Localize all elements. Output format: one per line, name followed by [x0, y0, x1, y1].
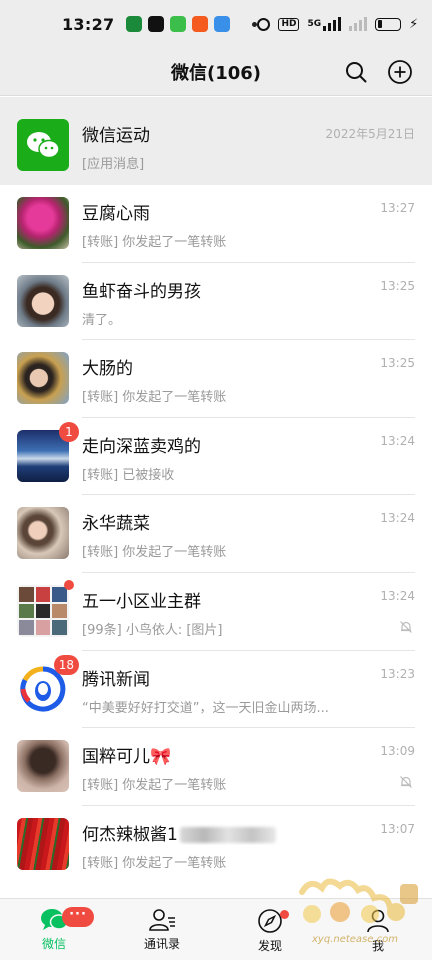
mute-bell-icon: [400, 776, 412, 789]
chat-time: 13:25: [380, 278, 415, 293]
compass-icon: [258, 909, 282, 933]
network-type: 5G: [307, 19, 322, 29]
battery-icon: [375, 17, 402, 31]
redacted-name: [179, 826, 276, 843]
unread-badge: ···: [62, 907, 94, 927]
chat-name: 豆腐心雨: [82, 204, 150, 224]
green-app-icon: [170, 16, 187, 32]
chat-list: 豆腐心雨 [转账] 你发起了一笔转账 13:27 鱼虾奋斗的男孩 清了。 13:…: [0, 185, 432, 883]
peppers-avatar: [17, 817, 69, 870]
chat-name: 腾讯新闻: [82, 669, 150, 690]
notification-icons: [126, 16, 258, 32]
charging-icon: ⚡: [409, 16, 419, 32]
chat-preview: [转账] 你发起了一笔转账: [82, 235, 227, 250]
tab-bar: ··· 微信 通讯录 发现 我: [0, 898, 432, 960]
search-icon: [346, 62, 367, 83]
chat-preview: “中美要好好打交道”，这一天旧金山两场...: [82, 700, 329, 716]
chat-row[interactable]: 豆腐心雨 [转账] 你发起了一笔转账 13:27: [0, 185, 432, 263]
chat-preview: [转账] 你发起了一笔转账: [82, 545, 227, 561]
chat-time: 13:24: [380, 511, 415, 526]
mute-bell-icon: [400, 621, 412, 633]
chat-row[interactable]: 五一小区业主群 [99条] 小鸟依人: [图片] 13:24: [0, 573, 432, 651]
chat-time: 13:24: [380, 433, 415, 448]
chat-name: 鱼虾奋斗的男孩: [82, 281, 201, 302]
chat-row[interactable]: 国粹可儿🎀 [转账] 你发起了一笔转账 13:09: [0, 728, 432, 806]
signal-icon: [323, 17, 342, 31]
chat-name: 国粹可儿🎀: [82, 747, 172, 768]
chat-time: 13:24: [380, 588, 415, 603]
add-button[interactable]: [386, 58, 414, 86]
unread-badge: 1: [59, 421, 79, 442]
chat-preview: [转账] 你发起了一笔转账: [82, 390, 227, 406]
chat-name: 永华蔬菜: [82, 514, 150, 535]
tab-chats[interactable]: ··· 微信: [0, 899, 108, 960]
clock: 13:27: [62, 14, 115, 34]
blue-app-icon: [214, 16, 231, 32]
chat-name: 大肠的: [82, 359, 133, 380]
chat-name: 五一小区业主群: [82, 591, 201, 612]
family-avatar: [17, 507, 69, 560]
wechat-logo-icon: [27, 132, 60, 159]
chat-preview: [应用消息]: [82, 157, 145, 172]
taobao-app-icon: [192, 16, 209, 32]
chat-name: 何杰辣椒酱1: [82, 820, 415, 845]
unread-dot: [64, 579, 74, 590]
chat-time: 13:07: [380, 821, 415, 836]
tab-label: 发现: [257, 939, 282, 953]
woman-avatar: [17, 352, 69, 405]
chat-time: 2022年5月21日: [325, 127, 415, 141]
search-button[interactable]: [342, 58, 370, 86]
tab-label: 通讯录: [143, 937, 180, 951]
chat-time: 13:25: [380, 356, 415, 371]
unread-badge: 18: [53, 654, 79, 675]
user-icon: [367, 909, 389, 933]
chat-time: 13:09: [380, 744, 415, 759]
plus-circle-icon: [388, 60, 412, 84]
chat-preview: [转账] 你发起了一笔转账: [82, 855, 227, 871]
chat-row[interactable]: 1 走向深蓝卖鸡的 [转账] 已被接收 13:24: [0, 418, 432, 496]
tab-label: 微信: [41, 937, 66, 951]
tab-me[interactable]: 我: [324, 899, 432, 960]
chat-row[interactable]: 鱼虾奋斗的男孩 清了。 13:25: [0, 263, 432, 341]
chat-time: 13:23: [380, 666, 415, 681]
wechat-sport-avatar: [17, 119, 69, 171]
capcut-app-icon: [148, 16, 165, 32]
tab-discover[interactable]: 发现: [216, 899, 324, 960]
page-title: 微信(106): [170, 62, 262, 84]
girl-avatar: [17, 740, 69, 793]
chat-row[interactable]: 永华蔬菜 [转账] 你发起了一笔转账 13:24: [0, 495, 432, 573]
chat-row[interactable]: 大肠的 [转账] 你发起了一笔转账 13:25: [0, 340, 432, 418]
chat-preview: [99条] 小鸟依人: [图片]: [82, 622, 223, 638]
chat-name: 走向深蓝卖鸡的: [82, 436, 201, 457]
chat-row[interactable]: 18 腾讯新闻 “中美要好好打交道”，这一天旧金山两场... 13:23: [0, 651, 432, 729]
pinned-chat[interactable]: 微信运动 [应用消息] 2022年5月21日: [0, 97, 432, 185]
chat-row[interactable]: 何杰辣椒酱1 [转账] 你发起了一笔转账 13:07: [0, 806, 432, 884]
tab-contacts[interactable]: 通讯录: [108, 899, 216, 960]
contacts-icon: [149, 909, 175, 931]
app-header: 微信(106): [0, 48, 432, 96]
alarm-icon: [257, 17, 271, 31]
hd-icon: HD: [278, 17, 300, 31]
oppo-app-icon: [126, 16, 143, 32]
flowers-avatar: [17, 197, 69, 249]
chat-preview: [转账] 已被接收: [82, 467, 175, 483]
child-avatar: [17, 274, 69, 327]
chat-preview: 清了。: [82, 312, 122, 328]
group-avatar: [17, 584, 69, 637]
chat-preview: [转账] 你发起了一笔转账: [82, 778, 227, 794]
tab-label: 我: [371, 939, 384, 953]
status-bar: 13:27 HD 5G ⚡: [0, 0, 432, 48]
discover-dot: [280, 910, 289, 919]
chat-time: 13:27: [380, 201, 415, 215]
signal-secondary-icon: [349, 17, 368, 31]
